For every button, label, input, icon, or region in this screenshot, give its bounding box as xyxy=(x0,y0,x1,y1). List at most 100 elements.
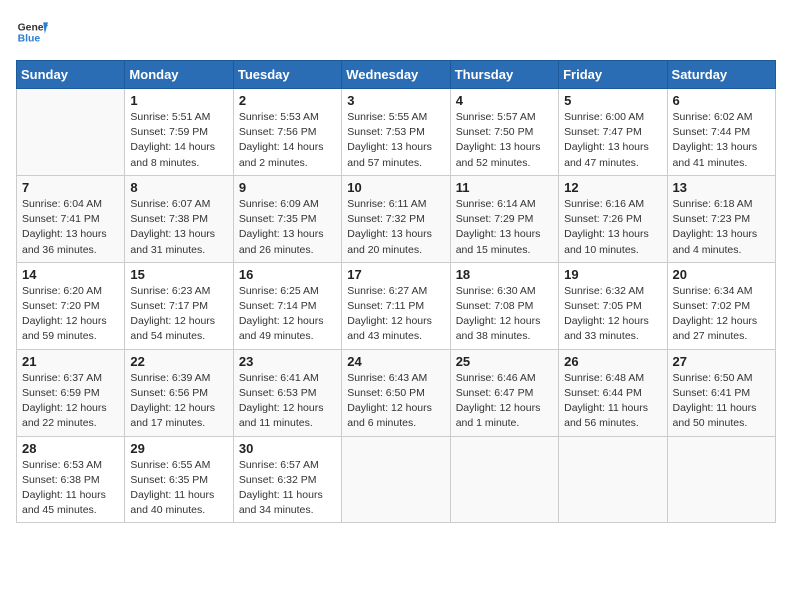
weekday-header-row: SundayMondayTuesdayWednesdayThursdayFrid… xyxy=(17,61,776,89)
day-info-line: Sunset: 7:44 PM xyxy=(673,125,770,140)
day-info-line: and 2 minutes. xyxy=(239,156,336,171)
day-number: 4 xyxy=(456,93,553,108)
day-info-line: Sunset: 7:05 PM xyxy=(564,299,661,314)
calendar-cell: 11 Sunrise: 6:14 AMSunset: 7:29 PMDayligh… xyxy=(450,175,558,262)
day-number: 15 xyxy=(130,267,227,282)
day-info-line: Daylight: 13 hours xyxy=(456,140,553,155)
day-number: 16 xyxy=(239,267,336,282)
day-info-line: Sunset: 7:23 PM xyxy=(673,212,770,227)
day-info-line: Sunrise: 5:55 AM xyxy=(347,110,444,125)
day-info-line: Sunrise: 6:30 AM xyxy=(456,284,553,299)
day-info-line: and 56 minutes. xyxy=(564,416,661,431)
day-number: 21 xyxy=(22,354,119,369)
calendar-week-row: 1Sunrise: 5:51 AMSunset: 7:59 PMDaylight… xyxy=(17,89,776,176)
day-info-line: Daylight: 13 hours xyxy=(347,227,444,242)
day-number: 13 xyxy=(673,180,770,195)
day-info-line: Sunset: 7:59 PM xyxy=(130,125,227,140)
day-info-line: Sunset: 6:41 PM xyxy=(673,386,770,401)
calendar-week-row: 14Sunrise: 6:20 AMSunset: 7:20 PMDayligh… xyxy=(17,262,776,349)
day-info-line: and 8 minutes. xyxy=(130,156,227,171)
day-info-line: Sunrise: 6:02 AM xyxy=(673,110,770,125)
day-info-line: and 27 minutes. xyxy=(673,329,770,344)
day-info-line: Daylight: 13 hours xyxy=(22,227,119,242)
weekday-header: Saturday xyxy=(667,61,775,89)
day-info-line: Daylight: 12 hours xyxy=(347,314,444,329)
day-info-line: and 33 minutes. xyxy=(564,329,661,344)
svg-text:Blue: Blue xyxy=(18,34,41,45)
day-info-line: Daylight: 13 hours xyxy=(130,227,227,242)
day-info-line: Sunset: 7:17 PM xyxy=(130,299,227,314)
day-number: 18 xyxy=(456,267,553,282)
day-info-line: and 15 minutes. xyxy=(456,243,553,258)
day-number: 30 xyxy=(239,441,336,456)
calendar-cell: 15Sunrise: 6:23 AMSunset: 7:17 PMDayligh… xyxy=(125,262,233,349)
day-info-line: Sunset: 7:41 PM xyxy=(22,212,119,227)
day-info-line: and 22 minutes. xyxy=(22,416,119,431)
day-info-line: Sunrise: 6:27 AM xyxy=(347,284,444,299)
weekday-header: Monday xyxy=(125,61,233,89)
day-info-line: and 10 minutes. xyxy=(564,243,661,258)
day-info-line: Sunset: 7:50 PM xyxy=(456,125,553,140)
day-info-line: Daylight: 11 hours xyxy=(130,488,227,503)
calendar-cell: 24Sunrise: 6:43 AMSunset: 6:50 PMDayligh… xyxy=(342,349,450,436)
day-info-line: Sunrise: 6:25 AM xyxy=(239,284,336,299)
day-info-line: and 57 minutes. xyxy=(347,156,444,171)
day-info-line: Daylight: 12 hours xyxy=(130,401,227,416)
day-info-line: Sunrise: 6:37 AM xyxy=(22,371,119,386)
day-number: 7 xyxy=(22,180,119,195)
day-number: 3 xyxy=(347,93,444,108)
day-info-line: Sunrise: 6:46 AM xyxy=(456,371,553,386)
day-info-line: and 50 minutes. xyxy=(673,416,770,431)
calendar-cell: 25Sunrise: 6:46 AMSunset: 6:47 PMDayligh… xyxy=(450,349,558,436)
day-info-line: Daylight: 13 hours xyxy=(673,140,770,155)
calendar-cell: 30Sunrise: 6:57 AMSunset: 6:32 PMDayligh… xyxy=(233,436,341,523)
calendar-cell: 16Sunrise: 6:25 AMSunset: 7:14 PMDayligh… xyxy=(233,262,341,349)
day-info-line: Sunset: 7:14 PM xyxy=(239,299,336,314)
day-info-line: Sunrise: 6:16 AM xyxy=(564,197,661,212)
day-info-line: Sunset: 7:26 PM xyxy=(564,212,661,227)
day-info-line: Sunset: 7:56 PM xyxy=(239,125,336,140)
calendar-cell xyxy=(342,436,450,523)
day-info-line: and 54 minutes. xyxy=(130,329,227,344)
day-info-line: Sunset: 7:53 PM xyxy=(347,125,444,140)
day-info-line: and 6 minutes. xyxy=(347,416,444,431)
day-info-line: Sunrise: 6:39 AM xyxy=(130,371,227,386)
calendar-cell: 28Sunrise: 6:53 AMSunset: 6:38 PMDayligh… xyxy=(17,436,125,523)
calendar-body: 1Sunrise: 5:51 AMSunset: 7:59 PMDaylight… xyxy=(17,89,776,523)
day-info-line: and 59 minutes. xyxy=(22,329,119,344)
day-info-line: Sunset: 7:08 PM xyxy=(456,299,553,314)
calendar-cell: 26Sunrise: 6:48 AMSunset: 6:44 PMDayligh… xyxy=(559,349,667,436)
day-info-line: Sunset: 7:29 PM xyxy=(456,212,553,227)
day-number: 11 xyxy=(456,180,553,195)
calendar-cell: 19Sunrise: 6:32 AMSunset: 7:05 PMDayligh… xyxy=(559,262,667,349)
calendar-cell: 12Sunrise: 6:16 AMSunset: 7:26 PMDayligh… xyxy=(559,175,667,262)
day-info-line: Daylight: 13 hours xyxy=(564,140,661,155)
day-info-line: Daylight: 13 hours xyxy=(673,227,770,242)
logo: General Blue xyxy=(16,16,48,48)
calendar-cell xyxy=(450,436,558,523)
day-info-line: and 43 minutes. xyxy=(347,329,444,344)
day-info-line: Sunrise: 5:53 AM xyxy=(239,110,336,125)
weekday-header: Friday xyxy=(559,61,667,89)
calendar-cell xyxy=(17,89,125,176)
day-number: 22 xyxy=(130,354,227,369)
day-number: 28 xyxy=(22,441,119,456)
day-info-line: Sunset: 6:44 PM xyxy=(564,386,661,401)
day-info-line: Sunset: 6:59 PM xyxy=(22,386,119,401)
day-info-line: and 11 minutes. xyxy=(239,416,336,431)
day-info-line: Sunrise: 6:23 AM xyxy=(130,284,227,299)
day-info-line: and 1 minute. xyxy=(456,416,553,431)
calendar-cell: 17 Sunrise: 6:27 AMSunset: 7:11 PMDayligh… xyxy=(342,262,450,349)
day-info-line: Sunset: 6:38 PM xyxy=(22,473,119,488)
day-number: 17 xyxy=(347,267,444,282)
day-info-line: Sunrise: 6:09 AM xyxy=(239,197,336,212)
day-info-line: Daylight: 13 hours xyxy=(456,227,553,242)
day-info-line: Daylight: 12 hours xyxy=(673,314,770,329)
day-info-line: Sunset: 7:11 PM xyxy=(347,299,444,314)
day-info-line: Sunrise: 5:57 AM xyxy=(456,110,553,125)
day-info-line: and 36 minutes. xyxy=(22,243,119,258)
calendar-cell: 3Sunrise: 5:55 AMSunset: 7:53 PMDaylight… xyxy=(342,89,450,176)
day-info-line: Daylight: 13 hours xyxy=(239,227,336,242)
day-info-line: Sunrise: 6:14 AM xyxy=(456,197,553,212)
day-info-line: and 52 minutes. xyxy=(456,156,553,171)
